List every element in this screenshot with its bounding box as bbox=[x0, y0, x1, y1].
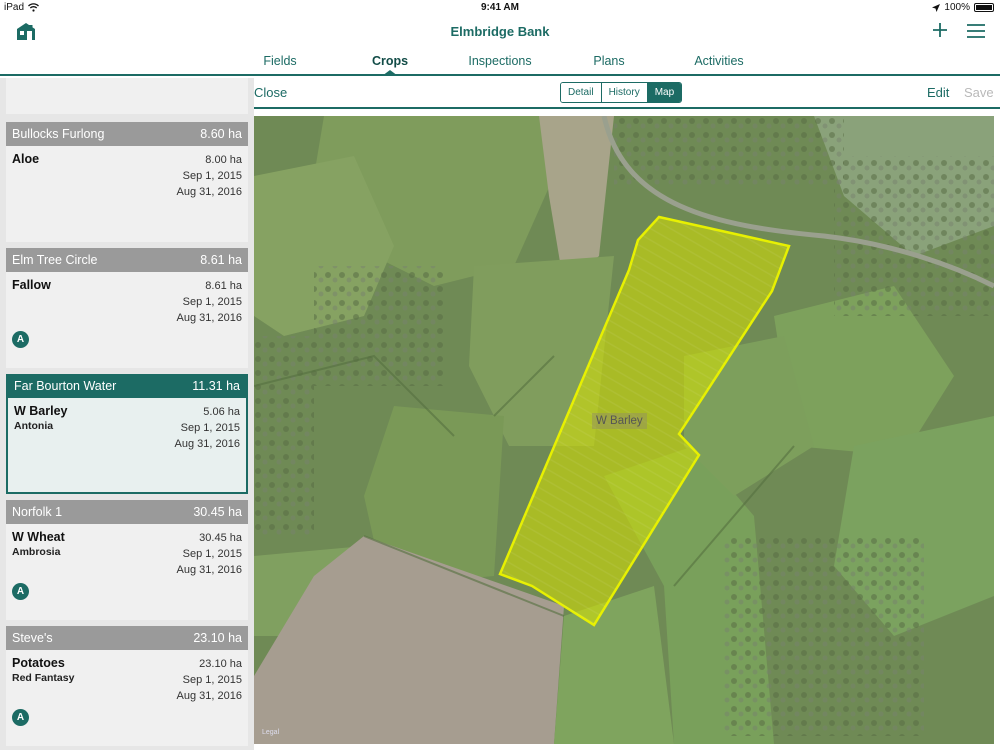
map-village-houses bbox=[834, 156, 994, 316]
crop-area: 30.45 ha bbox=[199, 532, 242, 544]
status-badge: A bbox=[12, 583, 29, 600]
crop-start-date: Sep 1, 2015 bbox=[182, 296, 242, 308]
status-bar: iPad 9:41 AM 100% bbox=[0, 0, 1000, 16]
satellite-map[interactable]: W Barley Legal bbox=[254, 116, 994, 744]
field-card[interactable]: Norfolk 1 30.45 ha W Wheat Ambrosia A 30… bbox=[6, 500, 248, 620]
battery-percent: 100% bbox=[944, 2, 970, 13]
field-card-header: Far Bourton Water 11.31 ha bbox=[6, 374, 248, 398]
map-legal-link[interactable]: Legal bbox=[262, 729, 279, 736]
tab-bar: Fields Crops Inspections Plans Activitie… bbox=[0, 54, 1000, 74]
crop-end-date: Aug 31, 2016 bbox=[176, 564, 242, 576]
crop-area: 5.06 ha bbox=[203, 406, 240, 418]
field-card-body: W Barley Antonia 5.06 ha Sep 1, 2015 Aug… bbox=[8, 398, 246, 494]
crop-detail-panel: Close Detail History Map Edit Save W Bar… bbox=[254, 78, 1000, 750]
crop-start-date: Sep 1, 2015 bbox=[182, 548, 242, 560]
field-area: 11.31 ha bbox=[192, 379, 240, 393]
field-area: 8.61 ha bbox=[200, 253, 242, 267]
view-segmented-control: Detail History Map bbox=[560, 82, 683, 103]
tab-inspections[interactable]: Inspections bbox=[468, 54, 531, 68]
status-badge: A bbox=[12, 331, 29, 348]
field-list: Bullocks Furlong 8.60 ha Aloe 8.00 ha Se… bbox=[0, 78, 254, 750]
field-name: Elm Tree Circle bbox=[12, 253, 98, 267]
crop-end-date: Aug 31, 2016 bbox=[176, 186, 242, 198]
field-card-header: Steve's 23.10 ha bbox=[6, 626, 248, 650]
field-name: Norfolk 1 bbox=[12, 505, 63, 519]
status-time: 9:41 AM bbox=[481, 2, 519, 13]
page-title: Elmbridge Bank bbox=[450, 24, 550, 39]
crop-details: 8.61 ha Sep 1, 2015 Aug 31, 2016 bbox=[177, 278, 242, 326]
field-area: 30.45 ha bbox=[193, 505, 242, 519]
battery-icon bbox=[974, 3, 994, 12]
crop-area: 8.00 ha bbox=[205, 154, 242, 166]
crop-start-date: Sep 1, 2015 bbox=[182, 674, 242, 686]
field-area: 23.10 ha bbox=[193, 631, 242, 645]
close-button[interactable]: Close bbox=[254, 85, 287, 100]
crop-area: 23.10 ha bbox=[199, 658, 242, 670]
field-name: Bullocks Furlong bbox=[12, 127, 105, 141]
map-woodland bbox=[614, 116, 844, 186]
field-name: Steve's bbox=[12, 631, 53, 645]
detail-toolbar: Close Detail History Map Edit Save bbox=[254, 78, 1000, 109]
field-card-body: Aloe 8.00 ha Sep 1, 2015 Aug 31, 2016 bbox=[6, 146, 248, 242]
save-button[interactable]: Save bbox=[964, 85, 994, 100]
map-woodland bbox=[254, 336, 314, 536]
crop-start-date: Sep 1, 2015 bbox=[182, 170, 242, 182]
segment-detail[interactable]: Detail bbox=[561, 83, 602, 102]
segment-map[interactable]: Map bbox=[647, 83, 682, 102]
add-button[interactable] bbox=[930, 20, 950, 40]
segment-history[interactable]: History bbox=[601, 83, 648, 102]
crop-end-date: Aug 31, 2016 bbox=[176, 690, 242, 702]
polygon-label: W Barley bbox=[592, 413, 647, 429]
field-card-body: Potatoes Red Fantasy A 23.10 ha Sep 1, 2… bbox=[6, 650, 248, 746]
menu-icon[interactable] bbox=[966, 22, 986, 40]
field-card[interactable]: Steve's 23.10 ha Potatoes Red Fantasy A … bbox=[6, 626, 248, 746]
active-tab-indicator bbox=[382, 70, 398, 76]
field-card-body: W Wheat Ambrosia A 30.45 ha Sep 1, 2015 … bbox=[6, 524, 248, 620]
map-woodland bbox=[314, 266, 444, 386]
field-area: 8.60 ha bbox=[200, 127, 242, 141]
tab-crops[interactable]: Crops bbox=[372, 54, 408, 68]
tab-plans[interactable]: Plans bbox=[593, 54, 624, 68]
map-woodland bbox=[724, 536, 924, 736]
location-arrow-icon bbox=[932, 3, 941, 12]
list-header-blank bbox=[6, 78, 248, 114]
status-badge: A bbox=[12, 709, 29, 726]
field-card-header: Bullocks Furlong 8.60 ha bbox=[6, 122, 248, 146]
crop-start-date: Sep 1, 2015 bbox=[180, 422, 240, 434]
field-card-header: Elm Tree Circle 8.61 ha bbox=[6, 248, 248, 272]
status-right: 100% bbox=[932, 2, 994, 13]
crop-details: 23.10 ha Sep 1, 2015 Aug 31, 2016 bbox=[177, 656, 242, 704]
tab-fields[interactable]: Fields bbox=[263, 54, 296, 68]
crop-details: 5.06 ha Sep 1, 2015 Aug 31, 2016 bbox=[175, 404, 240, 452]
crop-details: 30.45 ha Sep 1, 2015 Aug 31, 2016 bbox=[177, 530, 242, 578]
field-name: Far Bourton Water bbox=[14, 379, 117, 393]
map-canvas bbox=[254, 116, 994, 744]
field-card-header: Norfolk 1 30.45 ha bbox=[6, 500, 248, 524]
crop-end-date: Aug 31, 2016 bbox=[174, 438, 240, 450]
field-card[interactable]: Elm Tree Circle 8.61 ha Fallow A 8.61 ha… bbox=[6, 248, 248, 368]
field-card-selected[interactable]: Far Bourton Water 11.31 ha W Barley Anto… bbox=[6, 374, 248, 494]
crop-details: 8.00 ha Sep 1, 2015 Aug 31, 2016 bbox=[177, 152, 242, 200]
crop-area: 8.61 ha bbox=[205, 280, 242, 292]
field-card-body: Fallow A 8.61 ha Sep 1, 2015 Aug 31, 201… bbox=[6, 272, 248, 368]
app-header: Elmbridge Bank Fields Crops Inspections … bbox=[0, 16, 1000, 76]
edit-button[interactable]: Edit bbox=[927, 85, 949, 100]
field-card[interactable]: Bullocks Furlong 8.60 ha Aloe 8.00 ha Se… bbox=[6, 122, 248, 242]
tab-activities[interactable]: Activities bbox=[694, 54, 743, 68]
crop-end-date: Aug 31, 2016 bbox=[176, 312, 242, 324]
